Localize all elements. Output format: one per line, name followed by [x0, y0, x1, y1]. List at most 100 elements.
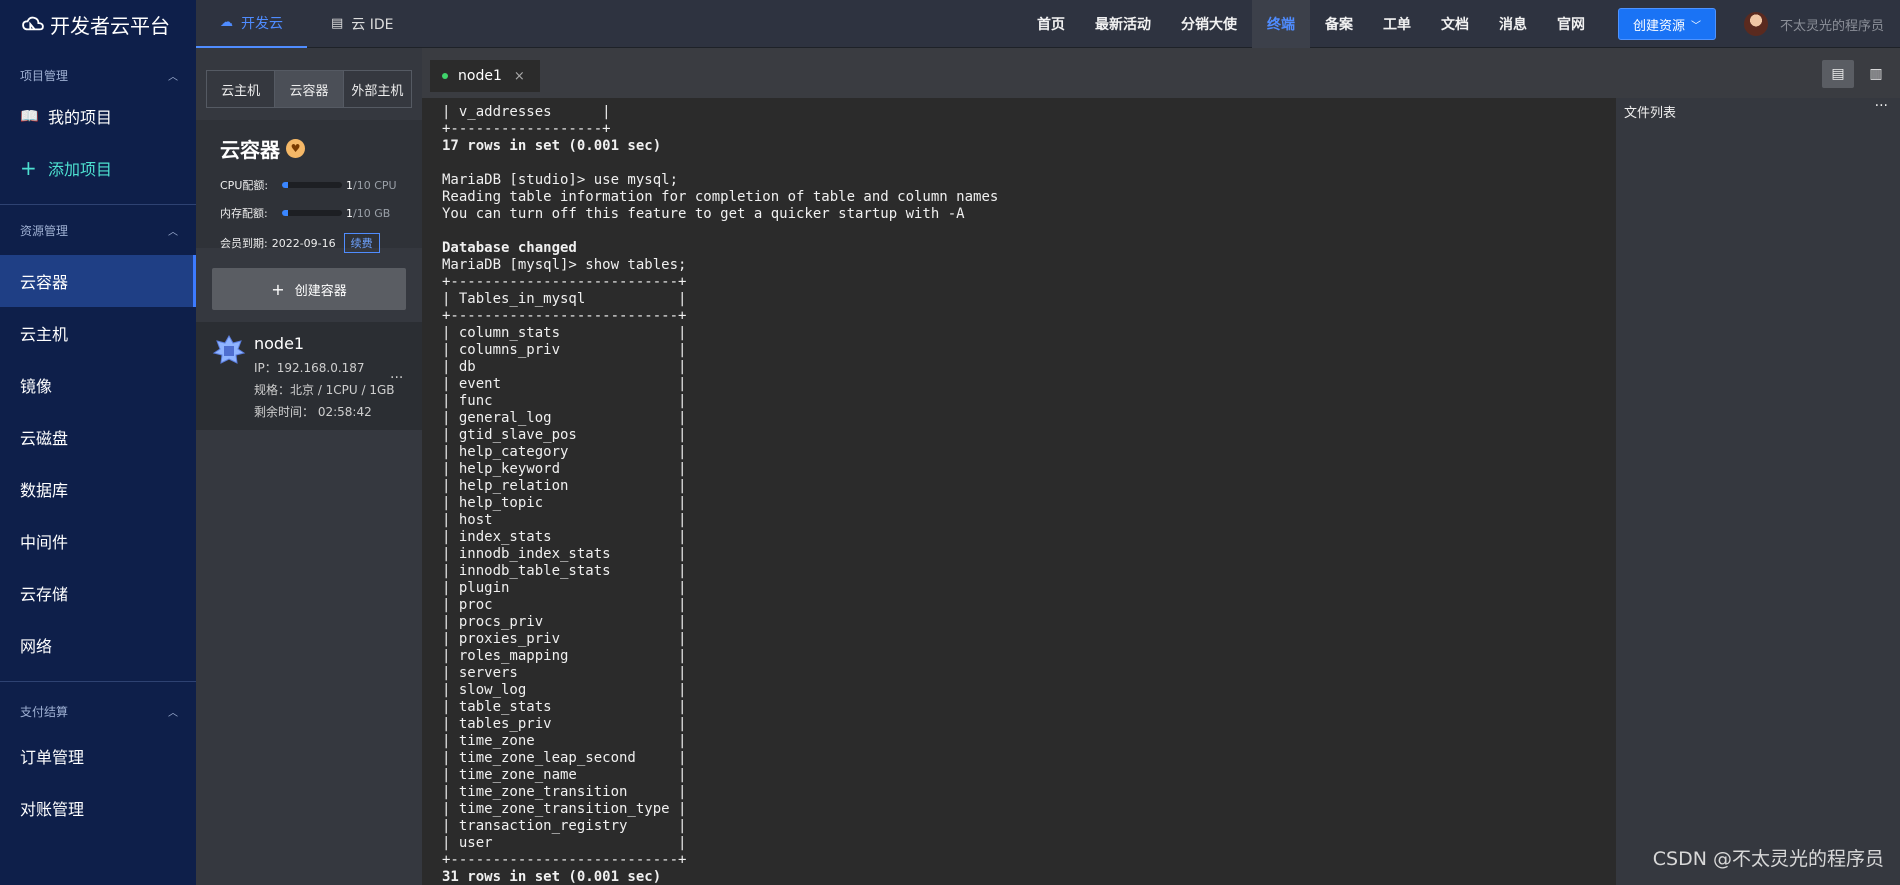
- nav-home[interactable]: 首页: [1022, 0, 1080, 48]
- terminal-line: | innodb_table_stats |: [442, 563, 687, 579]
- nav-latest-events[interactable]: 最新活动: [1080, 0, 1166, 48]
- terminal-line: | procs_priv |: [442, 614, 687, 630]
- terminal-line: +---------------------------+: [442, 308, 687, 324]
- node-spec: 规格：北京 / 1CPU / 1GB: [254, 383, 395, 397]
- cpu-total: /10 CPU: [353, 178, 397, 192]
- terminal-line: | tables_priv |: [442, 716, 687, 732]
- terminal-line: | column_stats |: [442, 325, 687, 341]
- top-bar: ☁ 开发云 ▤ 云 IDE 首页 最新活动 分销大使 终端 备案 工单 文档 消…: [196, 0, 1900, 48]
- terminal-line: | Tables_in_mysql |: [442, 291, 687, 307]
- brand-title: 开发者云平台: [50, 13, 170, 38]
- divider: [0, 204, 196, 205]
- sidebar-item-orders[interactable]: 订单管理: [0, 730, 196, 782]
- terminal-tab-bar: node1 × ▤ ▥: [422, 48, 1900, 98]
- username[interactable]: 不太灵光的程序员: [1780, 15, 1900, 34]
- terminal-line: | help_relation |: [442, 478, 687, 494]
- sidebar-item-database[interactable]: 数据库: [0, 463, 196, 515]
- watermark: CSDN @不太灵光的程序员: [1652, 848, 1884, 870]
- terminal-lines: | v_addresses | +------------------+ 17 ro…: [442, 104, 1616, 885]
- node-card[interactable]: node1 IP：192.168.0.187 规格：北京 / 1CPU / 1G…: [196, 322, 422, 430]
- terminal-line: | help_category |: [442, 444, 687, 460]
- sidebar-item-cloud-host[interactable]: 云主机: [0, 307, 196, 359]
- card-title-text: 云容器: [220, 138, 280, 162]
- plus-icon: +: [271, 279, 285, 299]
- cloud-icon: ☁: [220, 15, 233, 30]
- tab-external-host[interactable]: 外部主机: [344, 71, 411, 107]
- book-icon: 📖: [20, 107, 39, 125]
- nav-filing[interactable]: 备案: [1310, 0, 1368, 48]
- tab-cloud-ide[interactable]: ▤ 云 IDE: [307, 0, 418, 48]
- terminal-line: | proxies_priv |: [442, 631, 687, 647]
- mem-quota-label: 内存配额:: [220, 207, 268, 220]
- nav-messages[interactable]: 消息: [1484, 0, 1542, 48]
- resource-panel: 云主机 云容器 外部主机 云容器 ♥ CPU配额: 1 /10 CPU 内存配额…: [196, 48, 422, 885]
- nav-distribution[interactable]: 分销大使: [1166, 0, 1252, 48]
- terminal-output[interactable]: | v_addresses | +------------------+ 17 ro…: [422, 98, 1616, 885]
- cpu-quota-label: CPU配额:: [220, 179, 269, 192]
- sidebar-item-cloud-storage[interactable]: 云存储: [0, 567, 196, 619]
- chevron-up-icon: ︿: [168, 226, 178, 238]
- node-ip: IP：192.168.0.187: [254, 361, 365, 375]
- nav-tickets[interactable]: 工单: [1368, 0, 1426, 48]
- sidebar-item-cloud-disk[interactable]: 云磁盘: [0, 411, 196, 463]
- avatar[interactable]: [1744, 12, 1768, 36]
- sidebar-item-network[interactable]: 网络: [0, 619, 196, 671]
- terminal-line: MariaDB [mysql]> show tables;: [442, 257, 687, 273]
- terminal-line: You can turn off this feature to get a q…: [442, 206, 965, 222]
- section-header-resources[interactable]: 资源管理 ︿: [0, 215, 196, 245]
- sidebar-item-label: 数据库: [20, 481, 69, 500]
- tab-label: 云 IDE: [351, 16, 394, 33]
- sidebar-item-cloud-container[interactable]: 云容器: [0, 255, 196, 307]
- section-header-billing[interactable]: 支付结算 ︿: [0, 696, 196, 726]
- terminal-line: | event |: [442, 376, 687, 392]
- create-resource-button[interactable]: 创建资源 ﹀: [1617, 8, 1716, 40]
- terminal-line: | time_zone_transition |: [442, 784, 687, 800]
- mem-total: /10 GB: [353, 206, 391, 220]
- tab-cloud-container[interactable]: 云容器: [275, 71, 344, 107]
- more-icon[interactable]: ···: [1875, 98, 1888, 114]
- terminal-line: | general_log |: [442, 410, 687, 426]
- create-container-button[interactable]: + 创建容器: [212, 268, 406, 310]
- section-header-projects[interactable]: 项目管理 ︿: [0, 60, 196, 90]
- nav-official-site[interactable]: 官网: [1542, 0, 1600, 48]
- renew-button[interactable]: 续费: [343, 233, 380, 253]
- terminal-line: | slow_log |: [442, 682, 687, 698]
- terminal-line: | roles_mapping |: [442, 648, 687, 664]
- sidebar-item-reconciliation[interactable]: 对账管理: [0, 782, 196, 834]
- terminal-line: | columns_priv |: [442, 342, 687, 358]
- terminal-line: +------------------+: [442, 121, 611, 137]
- terminal-line: | servers |: [442, 665, 687, 681]
- tab-cloud-host[interactable]: 云主机: [207, 71, 276, 107]
- close-icon[interactable]: ×: [514, 69, 525, 84]
- terminal-line: 31 rows in set (0.001 sec): [442, 869, 662, 885]
- node-remaining: 剩余时间： 02:58:42: [254, 405, 372, 419]
- split-view-icon[interactable]: ▥: [1860, 60, 1892, 88]
- brand[interactable]: 开发者云平台: [0, 0, 196, 48]
- status-dot-icon: [442, 73, 448, 79]
- terminal-line: +---------------------------+: [442, 274, 687, 290]
- sidebar-item-image[interactable]: 镜像: [0, 359, 196, 411]
- node-more-icon[interactable]: ···: [390, 370, 403, 386]
- sidebar-item-label: 订单管理: [20, 748, 85, 767]
- terminal-tab-node1[interactable]: node1 ×: [430, 60, 540, 92]
- terminal-line: | innodb_index_stats |: [442, 546, 687, 562]
- sidebar-item-my-projects[interactable]: 📖 我的项目: [0, 90, 196, 142]
- file-list-toggle-icon[interactable]: ▤: [1822, 60, 1854, 88]
- section-title: 支付结算: [20, 704, 69, 719]
- sidebar-item-middleware[interactable]: 中间件: [0, 515, 196, 567]
- terminal-line: Reading table information for completion…: [442, 189, 999, 205]
- mem-used: 1: [346, 206, 353, 220]
- terminal-line: | time_zone_transition_type |: [442, 801, 687, 817]
- expiry-date: 2022-09-16: [271, 236, 336, 250]
- node-name: node1: [254, 334, 305, 353]
- terminal-line: | user |: [442, 835, 687, 851]
- sidebar-item-label: 网络: [20, 637, 53, 656]
- sidebar-item-add-project[interactable]: + 添加项目: [0, 142, 196, 194]
- terminal-line: | plugin |: [442, 580, 687, 596]
- tab-dev-cloud[interactable]: ☁ 开发云: [196, 0, 307, 48]
- file-list-panel: 文件列表 ···: [1616, 98, 1900, 885]
- nav-terminal[interactable]: 终端: [1251, 0, 1310, 48]
- nav-docs[interactable]: 文档: [1426, 0, 1484, 48]
